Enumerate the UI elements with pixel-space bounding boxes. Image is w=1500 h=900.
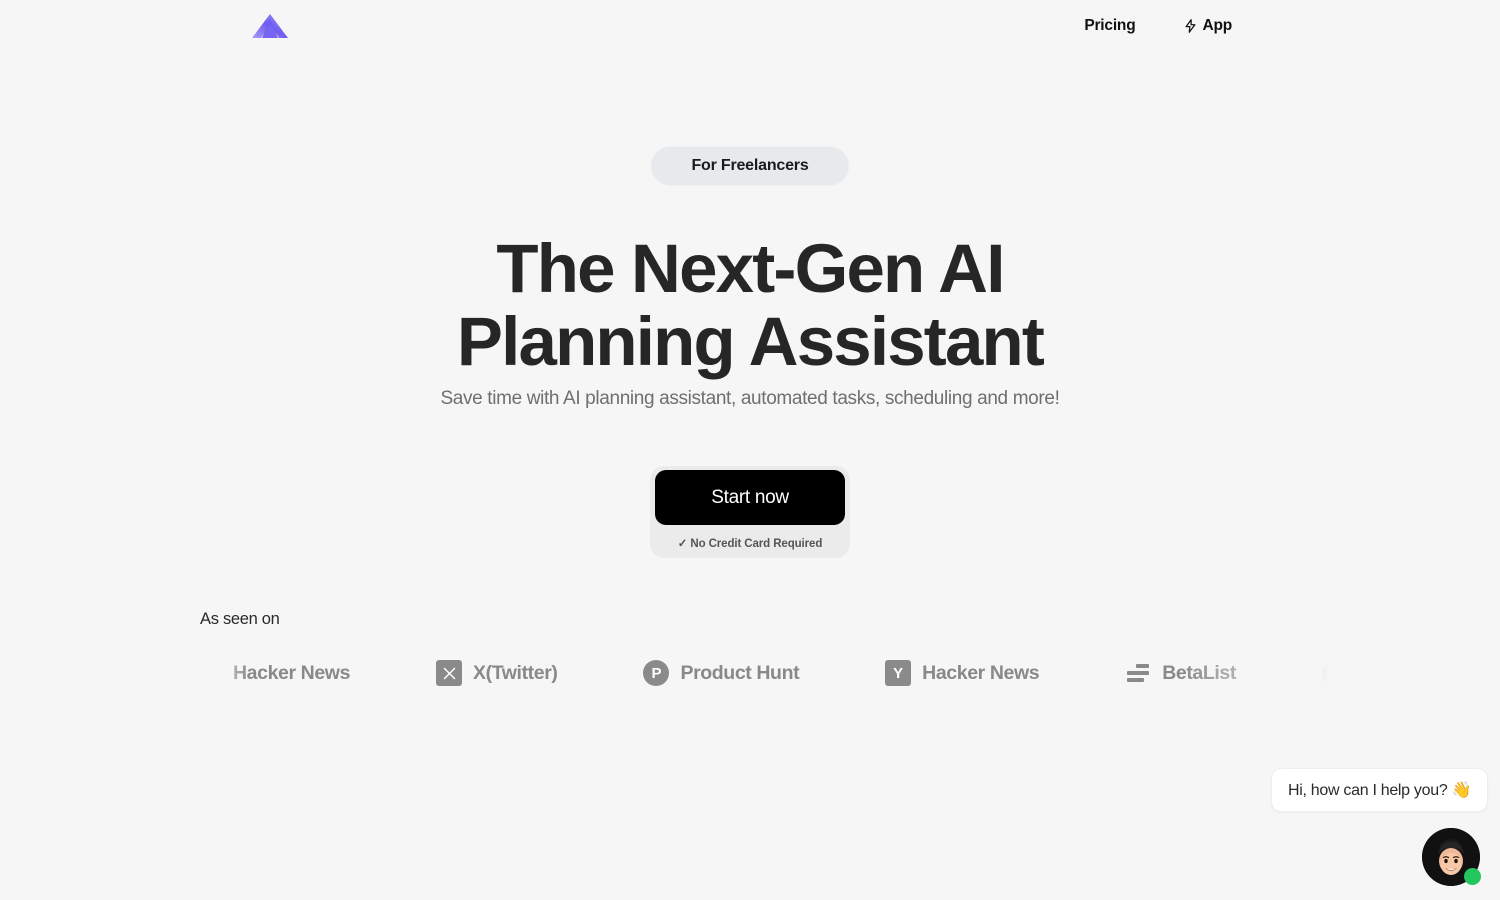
brand-product-hunt[interactable]: P Product Hunt [643, 648, 800, 698]
as-seen-on-marquee: Hacker News X(Twitter) P Product Hunt Y … [0, 648, 1500, 698]
start-now-button[interactable]: Start now [655, 470, 845, 525]
brand-x-twitter[interactable]: X(Twitter) [436, 648, 558, 698]
x-twitter-icon [436, 660, 463, 686]
reddit-icon [1321, 660, 1348, 686]
lightning-bolt-icon [1185, 19, 1196, 33]
product-hunt-icon: P [643, 660, 670, 686]
brand-logo-link[interactable] [250, 11, 290, 41]
as-seen-on-label: As seen on [200, 610, 280, 628]
brand-logo-track: Hacker News X(Twitter) P Product Hunt Y … [196, 648, 1418, 698]
hero-subheadline: Save time with AI planning assistant, au… [440, 388, 1060, 409]
hacker-news-icon [196, 660, 222, 686]
primary-navigation: Pricing App [1084, 17, 1232, 35]
brand-betalist[interactable]: BetaList [1125, 648, 1236, 698]
nav-link-app[interactable]: App [1183, 17, 1232, 35]
brand-hacker-news-y[interactable]: Y Hacker News [885, 648, 1040, 698]
headline-line-2: Planning Assistant [456, 303, 1045, 380]
chat-greeting-bubble[interactable]: Hi, how can I help you? 👋 [1271, 768, 1489, 812]
online-status-dot [1464, 868, 1481, 885]
audience-badge: For Freelancers [650, 146, 850, 186]
nav-link-pricing[interactable]: Pricing [1084, 17, 1135, 35]
cta-container: Start now ✓ No Credit Card Required [650, 466, 850, 558]
brand-label: X(Twitter) [473, 661, 558, 684]
nav-link-app-label: App [1202, 17, 1232, 34]
no-credit-card-note: ✓ No Credit Card Required [677, 538, 823, 550]
site-header: Pricing App [0, 0, 1500, 52]
chat-launcher-button[interactable] [1422, 828, 1481, 886]
nav-link-pricing-label: Pricing [1084, 17, 1136, 34]
brand-label: Hacker News [922, 661, 1040, 684]
brand-label: Hacker News [233, 661, 351, 684]
headline-line-1: The Next-Gen AI [496, 230, 1005, 307]
brand-label: BetaList [1162, 661, 1236, 684]
hacker-news-icon: Y [885, 660, 912, 686]
arch-logo-icon [252, 14, 288, 38]
brand-reddit[interactable]: Reddit [1321, 648, 1418, 698]
brand-label: Product Hunt [680, 661, 800, 684]
brand-label: Reddit [1358, 661, 1418, 684]
page-title: The Next-Gen AI Planning Assistant [0, 232, 1500, 378]
brand-hacker-news[interactable]: Hacker News [196, 648, 350, 698]
betalist-icon [1125, 660, 1151, 686]
